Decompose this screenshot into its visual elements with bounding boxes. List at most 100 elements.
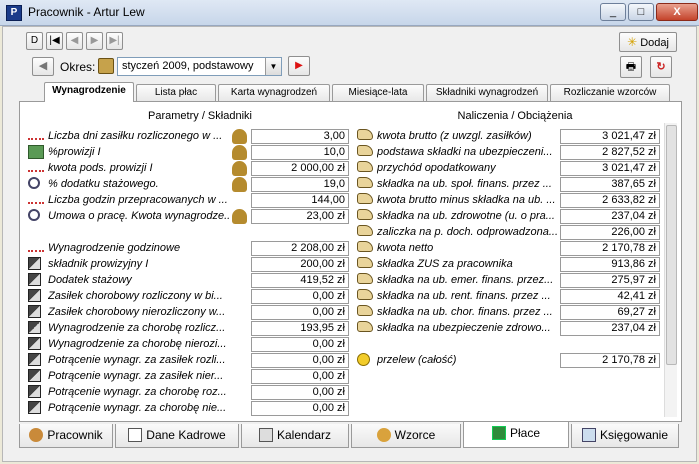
param-value[interactable]: 3,00 <box>251 129 349 144</box>
charge-value[interactable]: 42,41 zł <box>560 289 660 304</box>
transfer-value[interactable]: 2 170,78 zł <box>560 353 660 368</box>
component-icon <box>28 353 41 366</box>
component-value[interactable]: 0,00 zł <box>251 305 349 320</box>
charge-value[interactable]: 237,04 zł <box>560 209 660 224</box>
charge-value[interactable]: 2 170,78 zł <box>560 241 660 256</box>
hand-icon <box>357 273 373 284</box>
component-label: Potrącenie wynagr. za chorobę nie... <box>48 402 227 414</box>
charge-label: składka na ub. zdrowotne (u. o pra... <box>377 210 555 222</box>
refresh-button[interactable]: ↻ <box>650 56 672 78</box>
component-value[interactable]: 0,00 zł <box>251 401 349 416</box>
tab-rozliczanie-wzorcow[interactable]: Rozliczanie wzorców <box>550 84 670 101</box>
nav-prev-button[interactable]: ◀ <box>66 32 83 50</box>
print-button[interactable]: 🖶 <box>620 56 642 78</box>
tab-karta-wynagrodzen[interactable]: Karta wynagrodzeń <box>218 84 330 101</box>
hand-icon <box>357 241 373 252</box>
param-value[interactable]: 144,00 <box>251 193 349 208</box>
person-icon[interactable] <box>232 177 247 192</box>
star-icon: ✳ <box>627 35 638 49</box>
right-header: Naliczenia / Obciążenia <box>457 110 573 122</box>
component-value[interactable]: 200,00 zł <box>251 257 349 272</box>
bottom-tab-label: Płace <box>509 426 541 440</box>
scroll-thumb[interactable] <box>666 125 677 365</box>
charge-value[interactable]: 3 021,47 zł <box>560 129 660 144</box>
bottom-tab-ksiegowanie[interactable]: Księgowanie <box>571 424 679 448</box>
charge-label: podstawa składki na ubezpieczeni... <box>377 146 553 158</box>
tab-miesiace-lata[interactable]: Miesiące-lata <box>332 84 424 101</box>
bottom-tab-label: Kalendarz <box>276 428 332 442</box>
hand-icon <box>357 161 373 172</box>
bottom-tab-place[interactable]: Płace <box>463 422 569 448</box>
nav-start-button[interactable]: |◀ <box>46 32 63 50</box>
app-icon: P <box>6 5 22 21</box>
component-label: Potrącenie wynagr. za zasiłek nier... <box>48 370 224 382</box>
charge-value[interactable]: 69,27 zł <box>560 305 660 320</box>
person-icon[interactable] <box>232 161 247 176</box>
bottom-tab-pracownik[interactable]: Pracownik <box>19 424 113 448</box>
charge-label: składka na ub. emer. finans. przez... <box>377 274 554 286</box>
charge-value[interactable]: 226,00 zł <box>560 225 660 240</box>
tab-wynagrodzenie[interactable]: Wynagrodzenie <box>44 82 134 102</box>
component-label: Wynagrodzenie za chorobę nierozi... <box>48 338 227 350</box>
hand-icon <box>357 321 373 332</box>
period-prev-button[interactable]: ◀ <box>32 57 54 76</box>
charge-value[interactable]: 275,97 zł <box>560 273 660 288</box>
charge-label: kwota netto <box>377 242 434 254</box>
hand-icon <box>357 145 373 156</box>
component-icon <box>28 257 41 270</box>
person-icon[interactable] <box>232 145 247 160</box>
charge-label: zaliczka na p. doch. odprowadzona... <box>377 226 557 238</box>
component-value[interactable]: 0,00 zł <box>251 337 349 352</box>
component-value[interactable]: 0,00 zł <box>251 289 349 304</box>
charge-value[interactable]: 2 633,82 zł <box>560 193 660 208</box>
ruler-icon <box>28 196 44 204</box>
tab-lista-plac[interactable]: Lista płac <box>136 84 216 101</box>
component-value[interactable]: 0,00 zł <box>251 353 349 368</box>
bottom-tab-wzorce[interactable]: Wzorce <box>351 424 461 448</box>
charge-value[interactable]: 387,65 zł <box>560 177 660 192</box>
component-icon <box>28 321 41 334</box>
charge-value[interactable]: 913,86 zł <box>560 257 660 272</box>
close-button[interactable]: X <box>656 3 698 21</box>
component-label: Zasiłek chorobowy nierozliczony w... <box>48 306 226 318</box>
charge-value[interactable]: 2 827,52 zł <box>560 145 660 160</box>
nav-last-button[interactable]: ▶| <box>106 32 123 50</box>
component-label: Zasiłek chorobowy rozliczony w bi... <box>48 290 223 302</box>
bottom-tab-kalendarz[interactable]: Kalendarz <box>241 424 349 448</box>
component-value[interactable]: 0,00 zł <box>251 369 349 384</box>
scrollbar[interactable] <box>664 123 677 417</box>
component-icon <box>28 305 41 318</box>
calculator-icon <box>28 145 44 159</box>
param-value[interactable]: 23,00 zł <box>251 209 349 224</box>
period-next-button[interactable]: ▶ <box>288 56 310 76</box>
person-icon[interactable] <box>232 129 247 144</box>
nav-next-button[interactable]: ▶ <box>86 32 103 50</box>
param-value[interactable]: 19,0 <box>251 177 349 192</box>
charge-label: przychód opodatkowany <box>377 162 496 174</box>
component-icon <box>28 401 41 414</box>
chevron-down-icon[interactable]: ▼ <box>265 58 281 75</box>
minimize-button[interactable]: _ <box>600 3 626 21</box>
person-icon[interactable] <box>232 209 247 224</box>
component-value[interactable]: 2 208,00 zł <box>251 241 349 256</box>
param-value[interactable]: 2 000,00 zł <box>251 161 349 176</box>
charge-value[interactable]: 237,04 zł <box>560 321 660 336</box>
component-value[interactable]: 419,52 zł <box>251 273 349 288</box>
component-value[interactable]: 0,00 zł <box>251 385 349 400</box>
component-value[interactable]: 193,95 zł <box>251 321 349 336</box>
person-icon <box>29 428 44 442</box>
component-icon <box>28 337 41 350</box>
param-value[interactable]: 10,0 <box>251 145 349 160</box>
nav-first-button[interactable]: D <box>26 32 43 50</box>
title-bar: P Pracownik - Artur Lew _ □ X <box>0 0 699 26</box>
add-button[interactable]: ✳ Dodaj <box>619 32 677 52</box>
period-select[interactable]: styczeń 2009, podstawowy ▼ <box>117 57 282 76</box>
component-label: Dodatek stażowy <box>48 274 132 286</box>
charge-value[interactable]: 3 021,47 zł <box>560 161 660 176</box>
bottom-tab-dane-kadrowe[interactable]: Dane Kadrowe <box>115 424 239 448</box>
maximize-button[interactable]: □ <box>628 3 654 21</box>
ruler-icon <box>28 244 44 252</box>
tab-skladniki-wynagrodzen[interactable]: Składniki wynagrodzeń <box>426 84 548 101</box>
component-icon <box>28 289 41 302</box>
book-icon <box>98 58 114 74</box>
